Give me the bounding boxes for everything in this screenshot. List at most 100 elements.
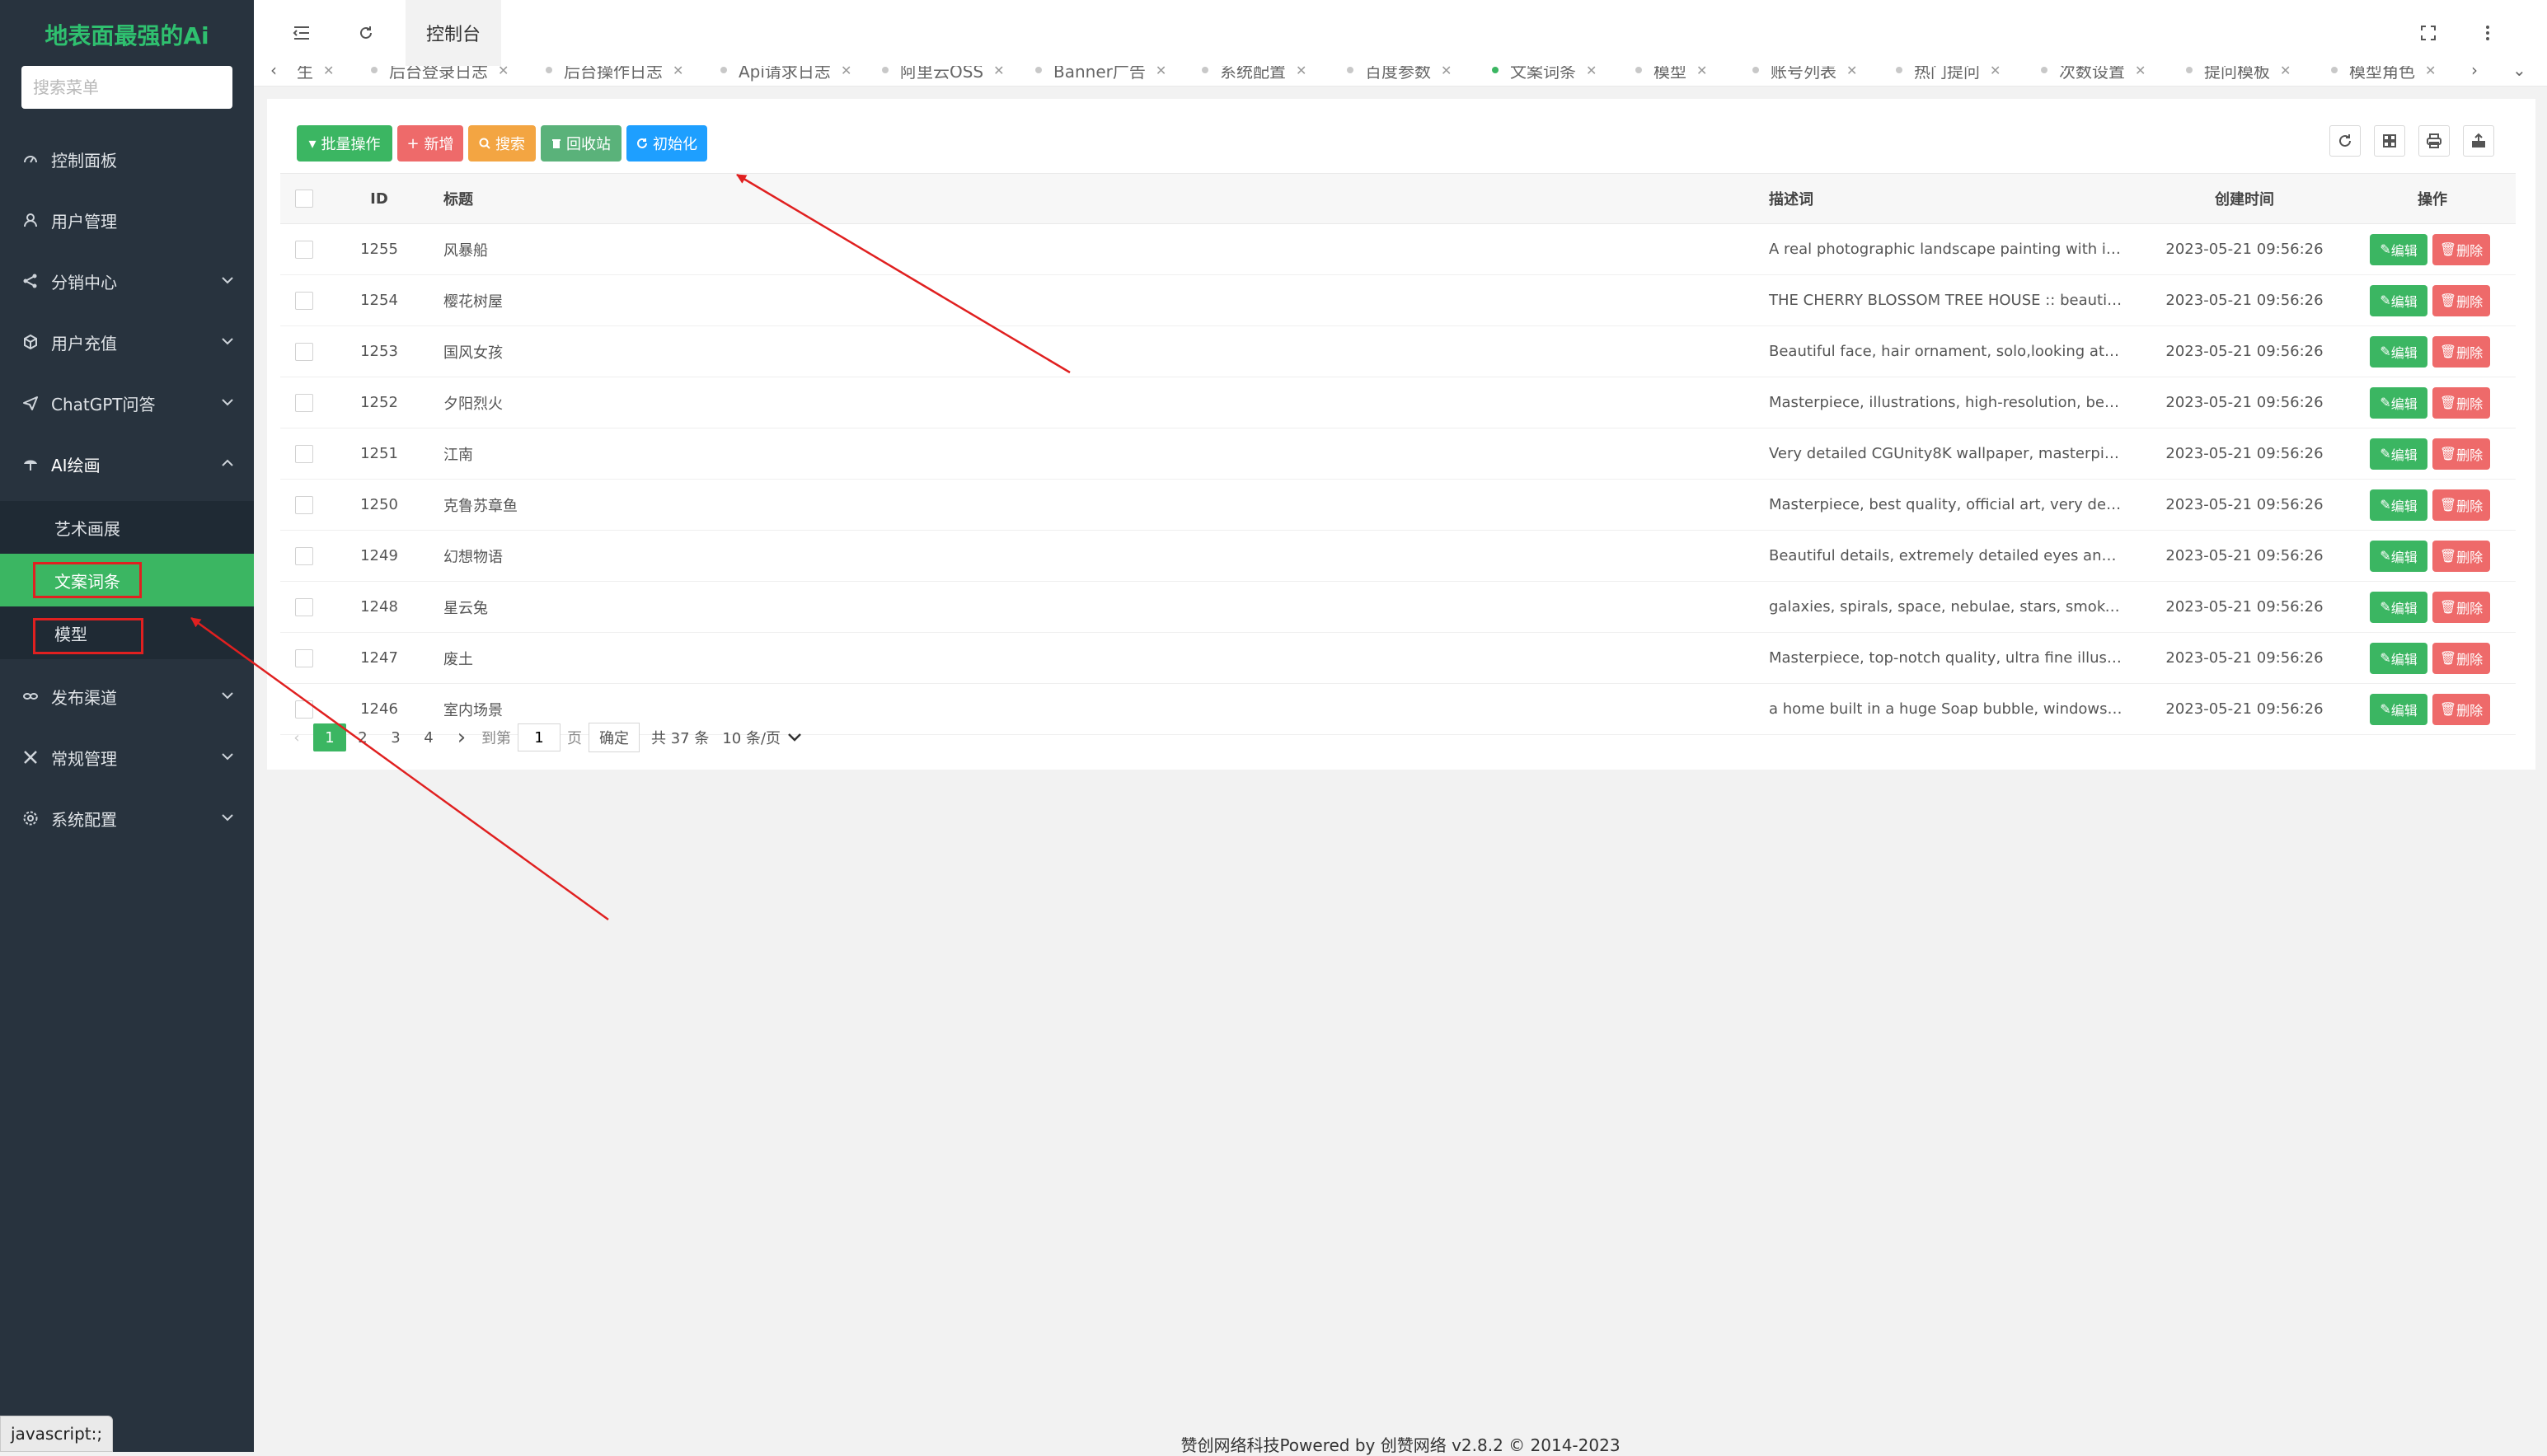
- add-button[interactable]: + 新增: [397, 125, 463, 162]
- tabs-scroll-right-icon[interactable]: ›: [2471, 66, 2478, 82]
- close-icon[interactable]: ✕: [1441, 66, 1452, 78]
- search-button[interactable]: 搜索: [468, 125, 536, 162]
- fullscreen-icon[interactable]: [2413, 18, 2443, 48]
- prev-page-icon[interactable]: ‹: [280, 723, 313, 751]
- page-tab[interactable]: 阿里云OSS ✕: [882, 66, 1005, 82]
- column-header-id[interactable]: ID: [328, 173, 430, 224]
- page-tab[interactable]: 生 ✕: [297, 66, 334, 82]
- delete-button[interactable]: 🗑 删除: [2432, 335, 2490, 368]
- edit-button[interactable]: ✎ 编辑: [2370, 438, 2427, 470]
- sidebar-item-general[interactable]: 常规管理: [0, 727, 254, 788]
- refresh-icon[interactable]: [351, 18, 381, 48]
- row-checkbox[interactable]: [295, 342, 313, 361]
- sidebar-item-system[interactable]: 系统配置: [0, 788, 254, 849]
- row-checkbox[interactable]: [295, 546, 313, 565]
- row-checkbox[interactable]: [295, 648, 313, 667]
- sidebar-item-ai-drawing[interactable]: AI绘画: [0, 433, 254, 494]
- delete-button[interactable]: 🗑 删除: [2432, 489, 2490, 521]
- page-tab[interactable]: Api请求日志 ✕: [720, 66, 851, 82]
- menu-search-input[interactable]: [21, 66, 232, 109]
- page-tab[interactable]: 后台操作日志 ✕: [546, 66, 683, 82]
- close-icon[interactable]: ✕: [993, 66, 1004, 78]
- page-number[interactable]: 4: [412, 723, 445, 751]
- close-icon[interactable]: ✕: [2135, 66, 2146, 78]
- sidebar-item-dashboard[interactable]: 控制面板: [0, 129, 254, 190]
- delete-button[interactable]: 🗑 删除: [2432, 591, 2490, 623]
- more-vertical-icon[interactable]: [2473, 18, 2502, 48]
- close-icon[interactable]: ✕: [498, 66, 509, 78]
- page-tab[interactable]: 模型 ✕: [1635, 66, 1707, 82]
- page-jump-input[interactable]: [518, 723, 561, 751]
- page-tab[interactable]: Banner广告 ✕: [1035, 66, 1166, 82]
- table-row[interactable]: 1248 星云兔 galaxies, spirals, space, nebulae…: [280, 581, 2516, 633]
- tabs-scroll-left-icon[interactable]: ‹: [270, 66, 277, 82]
- print-icon[interactable]: [2418, 125, 2450, 157]
- reload-table-icon[interactable]: [2329, 125, 2361, 157]
- tabs-dropdown-icon[interactable]: ⌄: [2512, 66, 2526, 82]
- edit-button[interactable]: ✎ 编辑: [2370, 693, 2427, 725]
- sidebar-item-distribution[interactable]: 分销中心: [0, 250, 254, 311]
- page-tab[interactable]: 百度参数 ✕: [1347, 66, 1452, 82]
- delete-button[interactable]: 🗑 删除: [2432, 233, 2490, 265]
- row-checkbox-cell[interactable]: [280, 530, 328, 582]
- edit-button[interactable]: ✎ 编辑: [2370, 335, 2427, 368]
- table-row[interactable]: 1254 樱花树屋 THE CHERRY BLOSSOM TREE HOUSE ::…: [280, 274, 2516, 326]
- row-checkbox-cell[interactable]: [280, 223, 328, 275]
- table-row[interactable]: 1253 国风女孩 Beautiful face, hair ornament, s…: [280, 325, 2516, 377]
- select-all-checkbox[interactable]: [295, 190, 313, 208]
- row-checkbox[interactable]: [295, 597, 313, 616]
- close-icon[interactable]: ✕: [1296, 66, 1306, 78]
- row-checkbox[interactable]: [295, 291, 313, 310]
- edit-button[interactable]: ✎ 编辑: [2370, 489, 2427, 521]
- close-icon[interactable]: ✕: [1696, 66, 1707, 78]
- close-icon[interactable]: ✕: [1846, 66, 1857, 78]
- page-tab[interactable]: 次数设置 ✕: [2041, 66, 2146, 82]
- row-checkbox[interactable]: [295, 393, 313, 412]
- export-icon[interactable]: [2463, 125, 2494, 157]
- recycle-bin-button[interactable]: 回收站: [541, 125, 622, 162]
- row-checkbox[interactable]: [295, 700, 313, 719]
- edit-button[interactable]: ✎ 编辑: [2370, 642, 2427, 674]
- page-tab-active[interactable]: 文案词条 ✕: [1492, 66, 1597, 82]
- select-all-checkbox-cell[interactable]: [280, 173, 328, 224]
- table-row[interactable]: 1255 风暴船 A real photographic landscape pai…: [280, 223, 2516, 275]
- close-icon[interactable]: ✕: [1990, 66, 2001, 78]
- edit-button[interactable]: ✎ 编辑: [2370, 540, 2427, 572]
- table-row[interactable]: 1249 幻想物语 Beautiful details, extremely det…: [280, 530, 2516, 582]
- delete-button[interactable]: 🗑 删除: [2432, 284, 2490, 316]
- delete-button[interactable]: 🗑 删除: [2432, 386, 2490, 419]
- row-checkbox[interactable]: [295, 495, 313, 514]
- table-row[interactable]: 1250 克鲁苏章鱼 Masterpiece, best quality, offi…: [280, 479, 2516, 531]
- page-tab[interactable]: 账号列表 ✕: [1752, 66, 1857, 82]
- page-jump-confirm-button[interactable]: 确定: [589, 723, 640, 752]
- page-tab[interactable]: 提问模板 ✕: [2186, 66, 2291, 82]
- page-number[interactable]: 3: [379, 723, 412, 751]
- column-header-description[interactable]: 描述词: [1752, 173, 2140, 224]
- column-header-created[interactable]: 创建时间: [2140, 173, 2349, 224]
- columns-filter-icon[interactable]: [2374, 125, 2405, 157]
- page-number[interactable]: 1: [313, 723, 346, 751]
- sidebar-item-users[interactable]: 用户管理: [0, 190, 254, 250]
- batch-actions-button[interactable]: ▾ 批量操作: [297, 125, 392, 162]
- column-header-title[interactable]: 标题: [430, 173, 1752, 224]
- table-row[interactable]: 1252 夕阳烈火 Masterpiece, illustrations, high…: [280, 377, 2516, 428]
- menu-toggle-icon[interactable]: [287, 18, 317, 48]
- page-tab[interactable]: 热门提问 ✕: [1896, 66, 2001, 82]
- edit-button[interactable]: ✎ 编辑: [2370, 284, 2427, 316]
- close-icon[interactable]: ✕: [673, 66, 683, 78]
- table-row[interactable]: 1251 江南 Very detailed CGUnity8K wallpaper,…: [280, 428, 2516, 480]
- close-icon[interactable]: ✕: [2280, 66, 2291, 78]
- close-icon[interactable]: ✕: [323, 66, 334, 78]
- row-checkbox-cell[interactable]: [280, 325, 328, 377]
- edit-button[interactable]: ✎ 编辑: [2370, 386, 2427, 419]
- row-checkbox-cell[interactable]: [280, 274, 328, 326]
- table-row[interactable]: 1247 废土 Masterpiece, top-notch quality, ul…: [280, 632, 2516, 684]
- delete-button[interactable]: 🗑 删除: [2432, 693, 2490, 725]
- close-icon[interactable]: ✕: [1156, 66, 1166, 78]
- app-logo[interactable]: 地表面最强的Ai: [0, 0, 254, 69]
- row-checkbox-cell[interactable]: [280, 377, 328, 428]
- close-icon[interactable]: ✕: [1586, 66, 1597, 78]
- row-checkbox-cell[interactable]: [280, 581, 328, 633]
- page-tab[interactable]: 后台登录日志 ✕: [371, 66, 509, 82]
- page-number[interactable]: 2: [346, 723, 379, 751]
